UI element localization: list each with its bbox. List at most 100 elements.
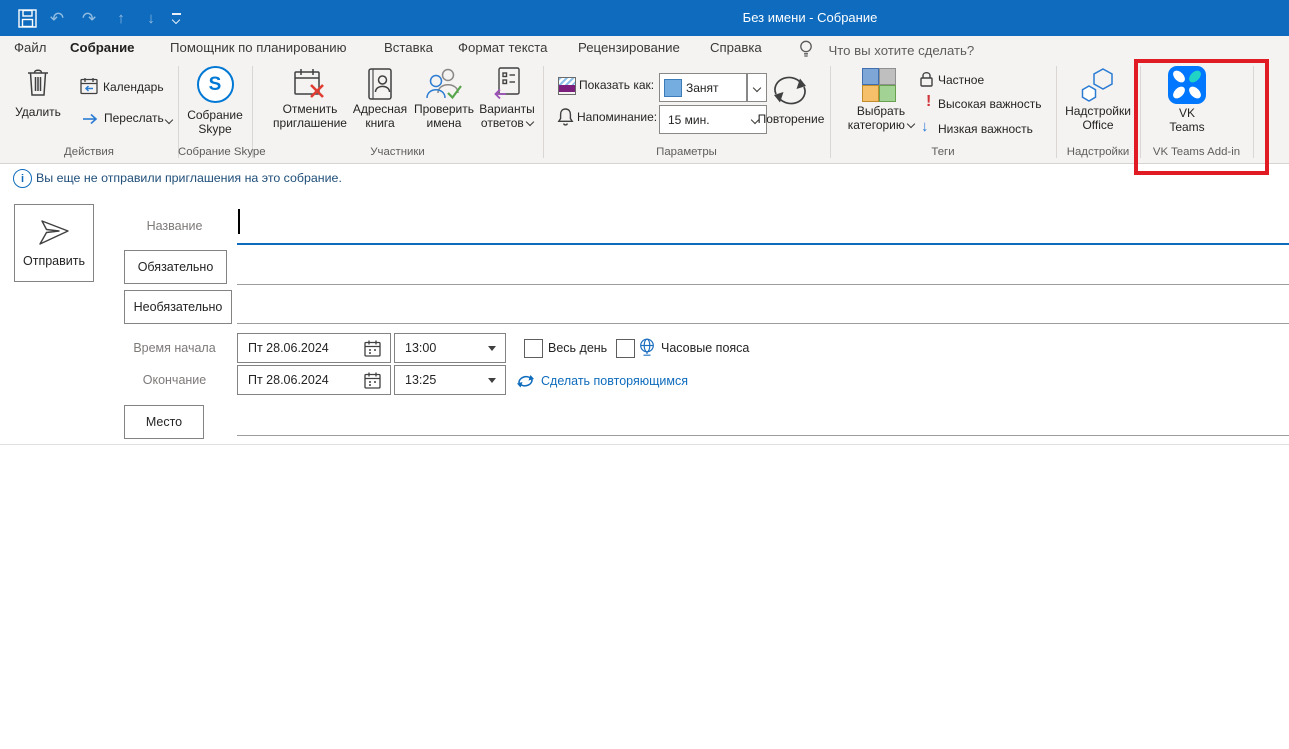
group-label-tags: Теги: [830, 146, 1056, 158]
required-underline: [237, 284, 1289, 285]
start-time-value: 13:00: [405, 341, 488, 355]
book-label-line2: книга: [365, 117, 394, 131]
calendar-button[interactable]: [80, 77, 99, 100]
recurrence-label[interactable]: Повторение: [750, 113, 832, 126]
all-day-checkbox[interactable]: [524, 339, 543, 358]
make-recurring-link[interactable]: Сделать повторяющимся: [541, 374, 688, 388]
start-date-picker[interactable]: Пт 28.06.2024: [237, 333, 391, 363]
time-zones-checkbox[interactable]: [616, 339, 635, 358]
tab-help[interactable]: Справка: [710, 36, 762, 62]
info-message: Вы еще не отправили приглашения на это с…: [36, 171, 342, 185]
high-importance-icon[interactable]: !: [926, 93, 931, 111]
skype-meeting-button[interactable]: S Собрание Skype: [180, 66, 250, 136]
tab-scheduling-assistant[interactable]: Помощник по планированию: [170, 36, 347, 62]
response-dropdown-icon: [526, 117, 534, 125]
end-time-value: 13:25: [405, 373, 488, 387]
calendar-label[interactable]: Календарь: [103, 81, 164, 94]
optional-attendees-input[interactable]: [237, 290, 1289, 322]
category-dropdown-icon: [907, 119, 915, 127]
required-attendees-input[interactable]: [237, 250, 1289, 283]
forward-dropdown-icon[interactable]: [165, 116, 173, 124]
start-time-select[interactable]: 13:00: [394, 333, 506, 363]
categorize-button[interactable]: Выбрать категорию: [836, 105, 926, 132]
address-book-icon: [366, 67, 394, 101]
high-importance-label[interactable]: Высокая важность: [938, 98, 1041, 111]
response-options-button[interactable]: Варианты ответов: [476, 67, 538, 130]
group-separator: [543, 66, 544, 158]
low-importance-label[interactable]: Низкая важность: [938, 123, 1033, 136]
make-recurring-icon[interactable]: [515, 372, 536, 395]
office-addins-icon: [1079, 67, 1117, 103]
private-button[interactable]: [919, 70, 934, 93]
forward-button[interactable]: [82, 111, 100, 132]
busy-status-swatch: [664, 79, 682, 97]
calendar-icon: [80, 77, 99, 95]
undo-button[interactable]: ↶: [44, 0, 70, 36]
skype-label-line1: Собрание: [187, 109, 243, 123]
check-label-line1: Проверить: [414, 103, 474, 117]
required-attendees-button[interactable]: Обязательно: [124, 250, 227, 284]
forward-label[interactable]: Переслать: [104, 112, 164, 125]
category-label-line2: категорию: [848, 118, 905, 132]
tab-file[interactable]: Файл: [14, 36, 46, 62]
start-time-dropdown-icon[interactable]: [488, 346, 496, 351]
delete-label: Удалить: [15, 106, 61, 120]
end-time-label: Окончание: [112, 373, 237, 387]
delete-button[interactable]: Удалить: [4, 67, 72, 120]
tab-format-text[interactable]: Формат текста: [458, 36, 547, 62]
tab-insert[interactable]: Вставка: [384, 36, 433, 62]
skype-icon: S: [197, 66, 234, 103]
end-time-dropdown-icon[interactable]: [488, 378, 496, 383]
check-label-line2: имена: [427, 117, 462, 131]
group-separator: [1056, 66, 1057, 158]
recurrence-button[interactable]: [768, 72, 812, 113]
down-arrow-button[interactable]: ↓: [138, 0, 164, 36]
private-label[interactable]: Частное: [938, 74, 984, 87]
date-picker-icon[interactable]: [363, 371, 382, 390]
location-button[interactable]: Место: [124, 405, 204, 439]
end-date-picker[interactable]: Пт 28.06.2024: [237, 365, 391, 395]
optional-attendees-button[interactable]: Необязательно: [124, 290, 232, 324]
end-time-select[interactable]: 13:25: [394, 365, 506, 395]
show-as-select[interactable]: Занят: [659, 73, 747, 102]
categorize-icon: [862, 68, 895, 101]
subject-input[interactable]: [237, 205, 1289, 243]
show-as-dropdown-button[interactable]: [747, 73, 767, 102]
title-bar: ↶ ↷ ↑ ↓ Без имени - Собрание: [0, 0, 1289, 36]
globe-icon: [638, 337, 657, 362]
ribbon: Действия Собрание Skype Участники Параме…: [0, 62, 1289, 164]
tab-meeting[interactable]: Собрание: [70, 36, 135, 65]
group-separator: [252, 66, 253, 158]
send-button[interactable]: Отправить: [14, 204, 94, 282]
location-underline: [237, 435, 1289, 436]
cancel-invitation-button[interactable]: Отменить приглашение: [270, 67, 350, 130]
start-time-label: Время начала: [112, 341, 237, 355]
redo-button[interactable]: ↷: [76, 0, 102, 36]
addins-label-line2: Office: [1082, 119, 1113, 133]
skype-label-line2: Skype: [198, 123, 231, 137]
up-arrow-button[interactable]: ↑: [108, 0, 134, 36]
cancel-label-line2: приглашение: [273, 117, 347, 131]
start-date-value: Пт 28.06.2024: [248, 341, 363, 355]
save-button[interactable]: [14, 0, 40, 36]
tell-me-text: Что вы хотите сделать?: [828, 43, 974, 58]
cancel-invitation-icon: [293, 67, 327, 101]
address-book-button[interactable]: Адресная книга: [348, 67, 412, 130]
lightbulb-icon: [798, 39, 814, 59]
tell-me-search[interactable]: Что вы хотите сделать?: [798, 39, 974, 60]
location-input[interactable]: [237, 405, 1289, 435]
tab-review[interactable]: Рецензирование: [578, 36, 680, 62]
check-names-button[interactable]: Проверить имена: [412, 67, 476, 130]
date-picker-icon[interactable]: [363, 339, 382, 358]
message-body[interactable]: [0, 445, 1289, 749]
customize-qat-button[interactable]: [166, 0, 186, 36]
office-addins-button[interactable]: Надстройки Office: [1058, 67, 1138, 132]
recurrence-icon: [768, 72, 812, 108]
group-label-addins: Надстройки: [1056, 146, 1140, 158]
all-day-label[interactable]: Весь день: [548, 341, 607, 355]
low-importance-icon[interactable]: ↓: [921, 118, 929, 135]
time-zones-label[interactable]: Часовые пояса: [661, 341, 749, 355]
end-date-value: Пт 28.06.2024: [248, 373, 363, 387]
subject-label: Название: [112, 219, 237, 233]
reminder-label: Напоминание:: [577, 111, 657, 124]
